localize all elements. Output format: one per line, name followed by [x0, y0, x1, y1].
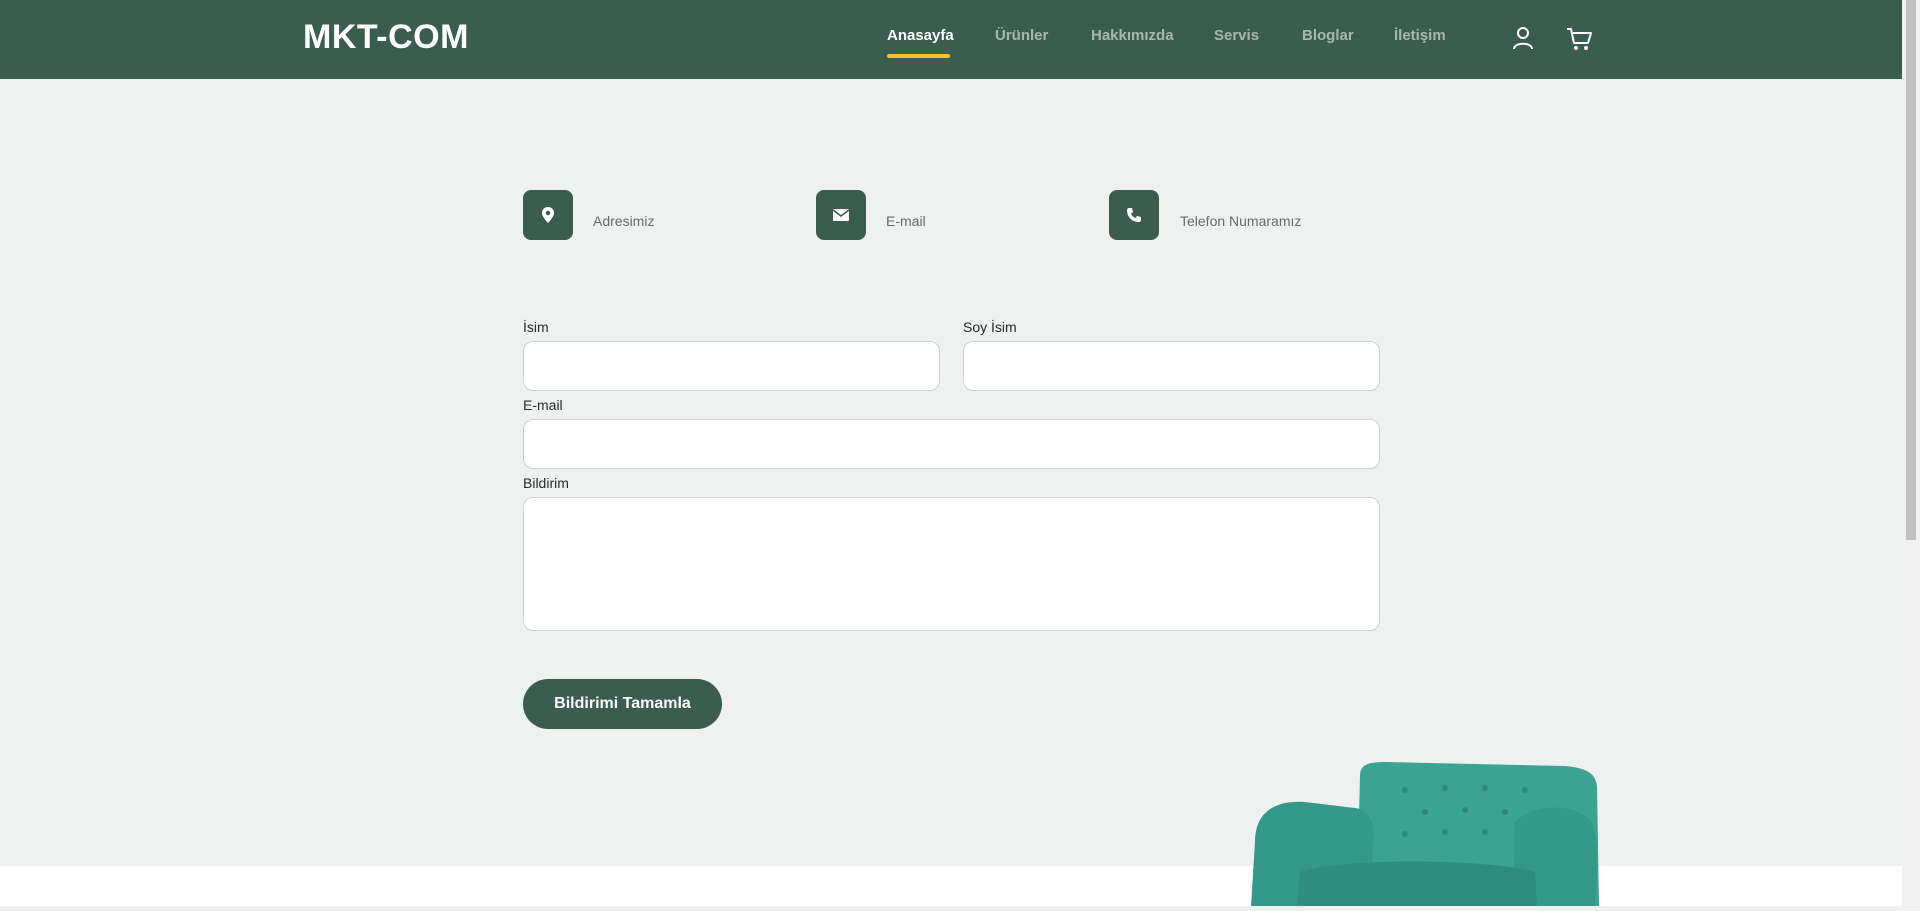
first-name-input[interactable]: [523, 341, 940, 391]
location-pin-icon: [523, 190, 573, 240]
nav-service[interactable]: Servis: [1214, 26, 1259, 46]
last-name-label: Soy İsim: [963, 319, 1017, 335]
nav-blogs[interactable]: Bloglar: [1302, 26, 1354, 46]
scrollbar-thumb[interactable]: [1906, 0, 1916, 540]
cart-icon[interactable]: [1565, 24, 1593, 52]
brand-logo[interactable]: MKT-COM: [303, 17, 469, 57]
phone-info-label: Telefon Numaramız: [1180, 213, 1302, 229]
phone-icon: [1109, 190, 1159, 240]
email-info-label: E-mail: [886, 213, 926, 229]
nav-active-indicator: [887, 54, 950, 58]
scrollbar[interactable]: [1902, 0, 1920, 906]
nav-products[interactable]: Ürünler: [995, 26, 1048, 46]
top-navbar: MKT-COM Anasayfa Ürünler Hakkımızda Serv…: [0, 0, 1902, 79]
nav-about[interactable]: Hakkımızda: [1091, 26, 1174, 46]
user-icon[interactable]: [1509, 24, 1537, 52]
envelope-icon: [816, 190, 866, 240]
last-name-input[interactable]: [963, 341, 1380, 391]
sofa-image: [1245, 762, 1600, 906]
message-label: Bildirim: [523, 475, 569, 491]
address-label: Adresimiz: [593, 213, 655, 229]
first-name-label: İsim: [523, 319, 549, 335]
message-textarea[interactable]: [523, 497, 1380, 631]
email-input[interactable]: [523, 419, 1380, 469]
email-label: E-mail: [523, 397, 563, 413]
footer-section: [0, 866, 1902, 906]
nav-home[interactable]: Anasayfa: [887, 26, 954, 46]
submit-button[interactable]: Bildirimi Tamamla: [523, 679, 722, 729]
nav-contact[interactable]: İletişim: [1394, 26, 1446, 46]
